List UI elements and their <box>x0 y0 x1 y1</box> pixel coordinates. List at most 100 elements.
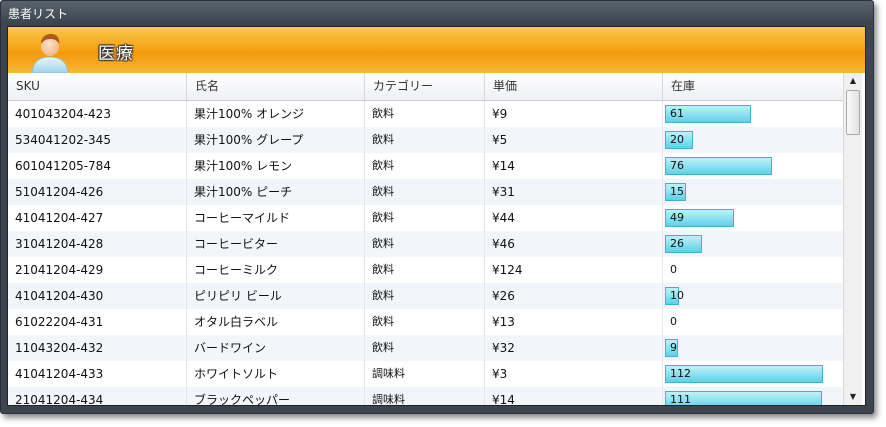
window-title: 患者リスト <box>8 7 69 21</box>
stock-value: 61 <box>670 107 684 120</box>
cell-name: コーヒーミルク <box>187 257 365 283</box>
stock-value: 15 <box>670 185 684 198</box>
cell-stock: 49 <box>663 205 843 231</box>
cell-name: ホワイトソルト <box>187 361 365 387</box>
cell-sku: 51041204-426 <box>8 179 187 205</box>
cell-name: 果汁100% レモン <box>187 153 365 179</box>
table-row[interactable]: 534041202-345 果汁100% グレープ 飲料 ¥5 20 <box>8 127 843 153</box>
cell-stock: 76 <box>663 153 843 179</box>
header-banner: 医療 <box>8 27 865 73</box>
person-avatar-icon <box>31 34 69 73</box>
column-header-price[interactable]: 単価 <box>485 73 663 100</box>
column-header-stock[interactable]: 在庫 <box>663 73 843 100</box>
table-row[interactable]: 41041204-430 ピリピリ ビール 飲料 ¥26 10 <box>8 283 843 309</box>
cell-stock: 111 <box>663 387 843 405</box>
cell-sku: 41041204-430 <box>8 283 187 309</box>
window-content: 医療 SKU 氏名 カテゴリー 単価 在庫 401043204-423 果汁100… <box>7 26 866 406</box>
cell-sku: 21041204-434 <box>8 387 187 405</box>
cell-sku: 41041204-427 <box>8 205 187 231</box>
cell-name: 果汁100% オレンジ <box>187 101 365 127</box>
stock-value: 0 <box>670 263 677 276</box>
cell-stock: 15 <box>663 179 843 205</box>
column-header-name[interactable]: 氏名 <box>187 73 365 100</box>
cell-sku: 31041204-428 <box>8 231 187 257</box>
cell-sku: 401043204-423 <box>8 101 187 127</box>
table-row[interactable]: 41041204-427 コーヒーマイルド 飲料 ¥44 49 <box>8 205 843 231</box>
cell-name: バードワイン <box>187 335 365 361</box>
cell-category: 飲料 <box>365 127 485 153</box>
table-row[interactable]: 601041205-784 果汁100% レモン 飲料 ¥14 76 <box>8 153 843 179</box>
cell-price: ¥14 <box>485 153 663 179</box>
cell-stock: 112 <box>663 361 843 387</box>
table-row[interactable]: 31041204-428 コーヒービター 飲料 ¥46 26 <box>8 231 843 257</box>
table-row[interactable]: 401043204-423 果汁100% オレンジ 飲料 ¥9 61 <box>8 101 843 127</box>
table-row[interactable]: 51041204-426 果汁100% ピーチ 飲料 ¥31 15 <box>8 179 843 205</box>
stock-value: 20 <box>670 133 684 146</box>
cell-category: 飲料 <box>365 231 485 257</box>
cell-category: 飲料 <box>365 335 485 361</box>
window-titlebar[interactable]: 患者リスト <box>1 1 873 25</box>
cell-price: ¥3 <box>485 361 663 387</box>
column-header-sku[interactable]: SKU <box>8 73 187 100</box>
table-row[interactable]: 61022204-431 オタル白ラベル 飲料 ¥13 0 <box>8 309 843 335</box>
cell-name: コーヒーマイルド <box>187 205 365 231</box>
cell-price: ¥31 <box>485 179 663 205</box>
table-row[interactable]: 21041204-434 ブラックペッパー 調味料 ¥14 111 <box>8 387 843 405</box>
cell-stock: 10 <box>663 283 843 309</box>
cell-sku: 601041205-784 <box>8 153 187 179</box>
cell-name: オタル白ラベル <box>187 309 365 335</box>
banner-title: 医療 <box>98 44 134 64</box>
cell-category: 調味料 <box>365 361 485 387</box>
cell-price: ¥32 <box>485 335 663 361</box>
cell-price: ¥26 <box>485 283 663 309</box>
cell-stock: 26 <box>663 231 843 257</box>
cell-sku: 534041202-345 <box>8 127 187 153</box>
table-row[interactable]: 41041204-433 ホワイトソルト 調味料 ¥3 112 <box>8 361 843 387</box>
cell-sku: 21041204-429 <box>8 257 187 283</box>
stock-value: 26 <box>670 237 684 250</box>
cell-category: 飲料 <box>365 257 485 283</box>
cell-price: ¥44 <box>485 205 663 231</box>
cell-stock: 20 <box>663 127 843 153</box>
scroll-down-arrow-icon[interactable]: ▼ <box>844 389 862 405</box>
cell-price: ¥13 <box>485 309 663 335</box>
cell-stock: 0 <box>663 257 843 283</box>
cell-category: 飲料 <box>365 179 485 205</box>
cell-category: 調味料 <box>365 387 485 405</box>
cell-price: ¥9 <box>485 101 663 127</box>
stock-value: 76 <box>670 159 684 172</box>
cell-name: コーヒービター <box>187 231 365 257</box>
stock-value: 49 <box>670 211 684 224</box>
cell-name: ピリピリ ビール <box>187 283 365 309</box>
cell-price: ¥46 <box>485 231 663 257</box>
stock-value: 9 <box>670 341 677 354</box>
stock-value: 0 <box>670 315 677 328</box>
scroll-thumb[interactable] <box>846 90 860 135</box>
stock-value: 10 <box>670 289 684 302</box>
cell-price: ¥5 <box>485 127 663 153</box>
stock-value: 111 <box>670 393 691 405</box>
cell-category: 飲料 <box>365 101 485 127</box>
cell-price: ¥14 <box>485 387 663 405</box>
cell-sku: 11043204-432 <box>8 335 187 361</box>
scroll-up-arrow-icon[interactable]: ▲ <box>844 73 862 89</box>
stock-value: 112 <box>670 367 691 380</box>
grid-rows: 401043204-423 果汁100% オレンジ 飲料 ¥9 61 534041202-… <box>8 101 843 405</box>
cell-price: ¥124 <box>485 257 663 283</box>
cell-name: 果汁100% ピーチ <box>187 179 365 205</box>
cell-stock: 0 <box>663 309 843 335</box>
cell-category: 飲料 <box>365 309 485 335</box>
cell-stock: 9 <box>663 335 843 361</box>
cell-category: 飲料 <box>365 205 485 231</box>
cell-sku: 61022204-431 <box>8 309 187 335</box>
cell-name: ブラックペッパー <box>187 387 365 405</box>
table-row[interactable]: 21041204-429 コーヒーミルク 飲料 ¥124 0 <box>8 257 843 283</box>
cell-category: 飲料 <box>365 153 485 179</box>
cell-sku: 41041204-433 <box>8 361 187 387</box>
column-header-category[interactable]: カテゴリー <box>365 73 485 100</box>
patient-list-window: 患者リスト 医療 SKU 氏名 カテゴリー 単価 在庫 401043204-42… <box>0 0 874 414</box>
vertical-scrollbar[interactable]: ▲ ▼ <box>843 73 862 405</box>
table-row[interactable]: 11043204-432 バードワイン 飲料 ¥32 9 <box>8 335 843 361</box>
grid-header: SKU 氏名 カテゴリー 単価 在庫 <box>8 73 843 101</box>
cell-name: 果汁100% グレープ <box>187 127 365 153</box>
